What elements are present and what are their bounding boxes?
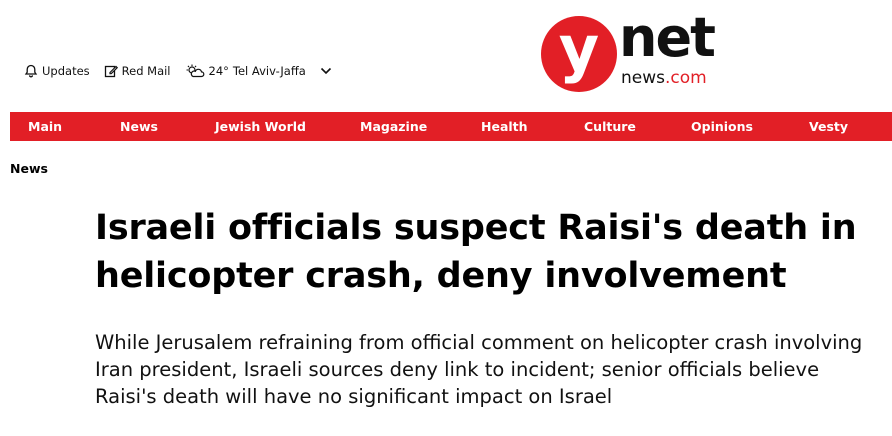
logo-word: net [619,6,716,69]
logo-sub-name: news [621,68,665,88]
nav-item-culture[interactable]: Culture [584,112,636,141]
logo-circle: y [541,16,617,92]
nav-item-jewish-world[interactable]: Jewish World [215,112,306,141]
logo-letter: y [558,12,600,85]
nav-item-news[interactable]: News [120,112,158,141]
redmail-button[interactable]: Red Mail [104,64,171,78]
redmail-label: Red Mail [121,64,171,78]
temperature: 24° [208,64,229,78]
nav-item-opinions[interactable]: Opinions [691,112,753,141]
chevron-down-icon[interactable] [320,67,332,75]
nav-item-main[interactable]: Main [28,112,62,141]
weather-widget[interactable]: 24° Tel Aviv-Jaffa [185,64,306,78]
article-headline: Israeli officials suspect Raisi's death … [95,208,857,296]
utility-bar: Updates Red Mail 24° Tel Aviv-Jaffa [24,64,332,78]
updates-button[interactable]: Updates [24,64,90,78]
updates-label: Updates [42,64,90,78]
edit-icon [104,64,118,78]
bell-icon [24,64,38,78]
nav-item-health[interactable]: Health [481,112,528,141]
page: Updates Red Mail 24° Tel Aviv-Jaffa y ne… [0,0,892,436]
logo-subtitle: news.com [621,68,707,88]
main-nav: Main News Jewish World Magazine Health C… [10,112,892,141]
city-name: Tel Aviv-Jaffa [232,64,306,78]
nav-item-magazine[interactable]: Magazine [360,112,427,141]
nav-item-vesty[interactable]: Vesty [809,112,848,141]
ynet-logo[interactable]: y net news.com [541,8,721,92]
section-label[interactable]: News [10,161,48,176]
article-subtitle: While Jerusalem refraining from official… [95,331,863,408]
logo-sub-domain: .com [665,68,707,88]
weather-icon [185,64,205,78]
